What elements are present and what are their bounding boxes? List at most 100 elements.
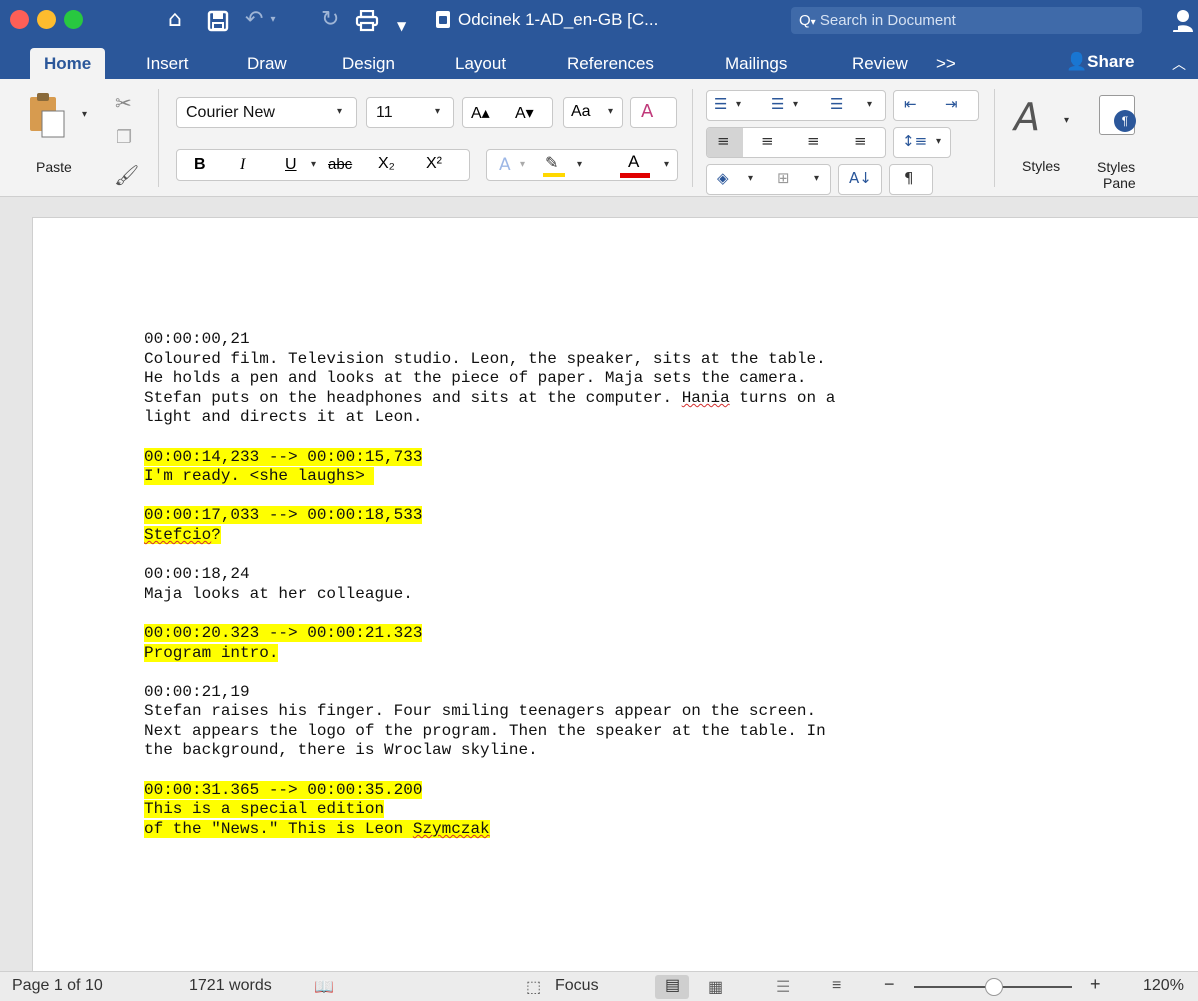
document-body[interactable]: 00:00:00,21 Coloured film. Television stu… xyxy=(144,330,1104,839)
subtitle-line[interactable]: 00:00:20.323 --> 00:00:21.323 xyxy=(144,623,1104,644)
copy-icon[interactable]: ❐ xyxy=(116,127,132,148)
align-right-icon[interactable]: ≡ xyxy=(807,132,820,150)
subtitle-line[interactable]: Program intro. xyxy=(144,643,1104,664)
misspelled-word[interactable]: Stefcio xyxy=(144,526,211,544)
print-icon[interactable] xyxy=(355,7,379,39)
zoom-window-button[interactable] xyxy=(64,10,83,29)
borders-icon[interactable]: ⊞ xyxy=(777,169,790,187)
draft-view-icon[interactable]: ≡ xyxy=(832,977,841,995)
subtitle-line[interactable]: 00:00:17,033 --> 00:00:18,533 xyxy=(144,506,1104,526)
styles-pane-button[interactable]: ¶ Styles Pane xyxy=(1093,93,1153,193)
line-spacing-button[interactable]: ↕≡ ▾ xyxy=(893,127,951,158)
grow-font-button[interactable]: A▴ xyxy=(471,103,490,123)
tab-layout[interactable]: Layout xyxy=(455,48,506,79)
collapse-ribbon-icon[interactable]: ︿ xyxy=(1172,54,1186,74)
clear-formatting-button[interactable]: A xyxy=(630,97,677,128)
subtitle-line[interactable]: Stefcio? xyxy=(144,525,1104,546)
tab-design[interactable]: Design xyxy=(342,48,395,79)
bold-button[interactable]: B xyxy=(194,156,206,174)
blank-line[interactable] xyxy=(144,604,1104,624)
tabs-overflow-button[interactable]: >> xyxy=(936,48,956,79)
description-line[interactable]: the background, there is Wroclaw skyline… xyxy=(144,741,1104,761)
home-icon[interactable]: ⌂ xyxy=(168,7,182,33)
outline-view-icon[interactable]: ☰ xyxy=(776,977,790,997)
description-line[interactable]: 00:00:00,21 xyxy=(144,330,1104,350)
zoom-level[interactable]: 120% xyxy=(1143,977,1184,995)
italic-button[interactable]: I xyxy=(240,156,245,174)
zoom-in-button[interactable]: + xyxy=(1090,974,1101,995)
tab-draw[interactable]: Draw xyxy=(247,48,287,79)
save-icon[interactable] xyxy=(207,7,229,39)
subtitle-line[interactable]: This is a special edition xyxy=(144,800,1104,820)
tab-references[interactable]: References xyxy=(567,48,654,79)
show-formatting-button[interactable]: ¶ xyxy=(889,164,933,195)
description-line[interactable]: Maja looks at her colleague. xyxy=(144,585,1104,605)
minimize-window-button[interactable] xyxy=(37,10,56,29)
sort-button[interactable]: A↓ xyxy=(838,164,882,195)
description-line[interactable]: Coloured film. Television studio. Leon, … xyxy=(144,350,1104,370)
misspelled-word[interactable]: Szymczak xyxy=(413,820,490,838)
blank-line[interactable] xyxy=(144,487,1104,507)
font-size-select[interactable]: 11 ▾ xyxy=(366,97,454,128)
description-line[interactable]: He holds a pen and looks at the piece of… xyxy=(144,369,1104,389)
misspelled-word[interactable]: Hania xyxy=(682,389,730,407)
word-count[interactable]: 1721 words xyxy=(189,977,272,995)
align-left-icon[interactable]: ≡ xyxy=(717,132,730,150)
account-icon[interactable] xyxy=(1172,8,1194,32)
align-center-icon[interactable]: ≡ xyxy=(761,132,774,150)
shrink-font-button[interactable]: A▾ xyxy=(515,103,534,123)
decrease-indent-icon[interactable]: ⇤ xyxy=(904,95,917,113)
subtitle-line[interactable]: of the "News." This is Leon Szymczak xyxy=(144,819,1104,840)
subscript-button[interactable]: X₂ xyxy=(378,155,395,173)
document-page[interactable]: 00:00:00,21 Coloured film. Television stu… xyxy=(32,217,1198,971)
subtitle-line[interactable]: 00:00:31.365 --> 00:00:35.200 xyxy=(144,780,1104,801)
share-button[interactable]: 👤Share xyxy=(1066,52,1134,72)
paste-button[interactable] xyxy=(28,91,68,139)
tab-mailings[interactable]: Mailings xyxy=(725,48,787,79)
description-line[interactable]: light and directs it at Leon. xyxy=(144,408,1104,428)
subtitle-line[interactable]: 00:00:14,233 --> 00:00:15,733 xyxy=(144,447,1104,468)
text-effects-icon[interactable]: A xyxy=(499,155,511,175)
cut-icon[interactable]: ✂ xyxy=(115,91,132,115)
blank-line[interactable] xyxy=(144,428,1104,448)
highlight-icon[interactable]: ✎ xyxy=(545,153,558,172)
description-line[interactable]: 00:00:18,24 xyxy=(144,565,1104,585)
bullets-icon[interactable]: ☰ xyxy=(714,95,727,113)
superscript-button[interactable]: X² xyxy=(426,155,442,173)
strikethrough-button[interactable]: abc xyxy=(328,156,352,173)
format-painter-icon[interactable]: 🖌 xyxy=(114,163,139,187)
web-layout-icon[interactable]: ▦ xyxy=(708,977,723,997)
description-line[interactable]: 00:00:21,19 xyxy=(144,683,1104,703)
description-line[interactable]: Next appears the logo of the program. Th… xyxy=(144,722,1104,742)
tab-review[interactable]: Review xyxy=(852,48,908,79)
undo-icon[interactable]: ↶ ▾ xyxy=(245,7,275,33)
multilevel-list-icon[interactable]: ☰ xyxy=(830,95,843,113)
blank-line[interactable] xyxy=(144,663,1104,683)
numbering-icon[interactable]: ☰ xyxy=(771,95,784,113)
description-line[interactable]: Stefan puts on the headphones and sits a… xyxy=(144,389,1104,409)
description-line[interactable]: Stefan raises his finger. Four smiling t… xyxy=(144,702,1104,722)
styles-button[interactable]: A ▾ Styles xyxy=(1012,95,1082,191)
customize-toolbar-icon[interactable]: ▼ xyxy=(397,13,406,39)
tab-insert[interactable]: Insert xyxy=(146,48,189,79)
subtitle-line[interactable]: I'm ready. <she laughs> xyxy=(144,467,1104,487)
font-color-button[interactable]: A xyxy=(628,152,639,172)
blank-line[interactable] xyxy=(144,546,1104,566)
zoom-slider-handle[interactable] xyxy=(985,978,1003,996)
font-name-select[interactable]: Courier New ▾ xyxy=(176,97,357,128)
redo-icon[interactable]: ↻ xyxy=(321,7,339,33)
close-window-button[interactable] xyxy=(10,10,29,29)
increase-indent-icon[interactable]: ⇥ xyxy=(945,95,958,113)
focus-button[interactable]: Focus xyxy=(555,977,599,995)
tab-home[interactable]: Home xyxy=(30,48,106,79)
blank-line[interactable] xyxy=(144,761,1104,781)
page-count[interactable]: Page 1 of 10 xyxy=(12,977,103,995)
shading-icon[interactable]: ◈ xyxy=(717,169,729,187)
underline-button[interactable]: U xyxy=(285,156,297,174)
justify-icon[interactable]: ≡ xyxy=(854,132,867,150)
print-layout-view-button[interactable]: ▤ xyxy=(655,975,689,999)
search-input[interactable]: Q▾ Search in Document xyxy=(791,7,1142,34)
change-case-button[interactable]: Aa ▾ xyxy=(563,97,623,128)
zoom-out-button[interactable]: − xyxy=(884,974,895,995)
proofing-icon[interactable]: 📖 xyxy=(314,977,334,997)
